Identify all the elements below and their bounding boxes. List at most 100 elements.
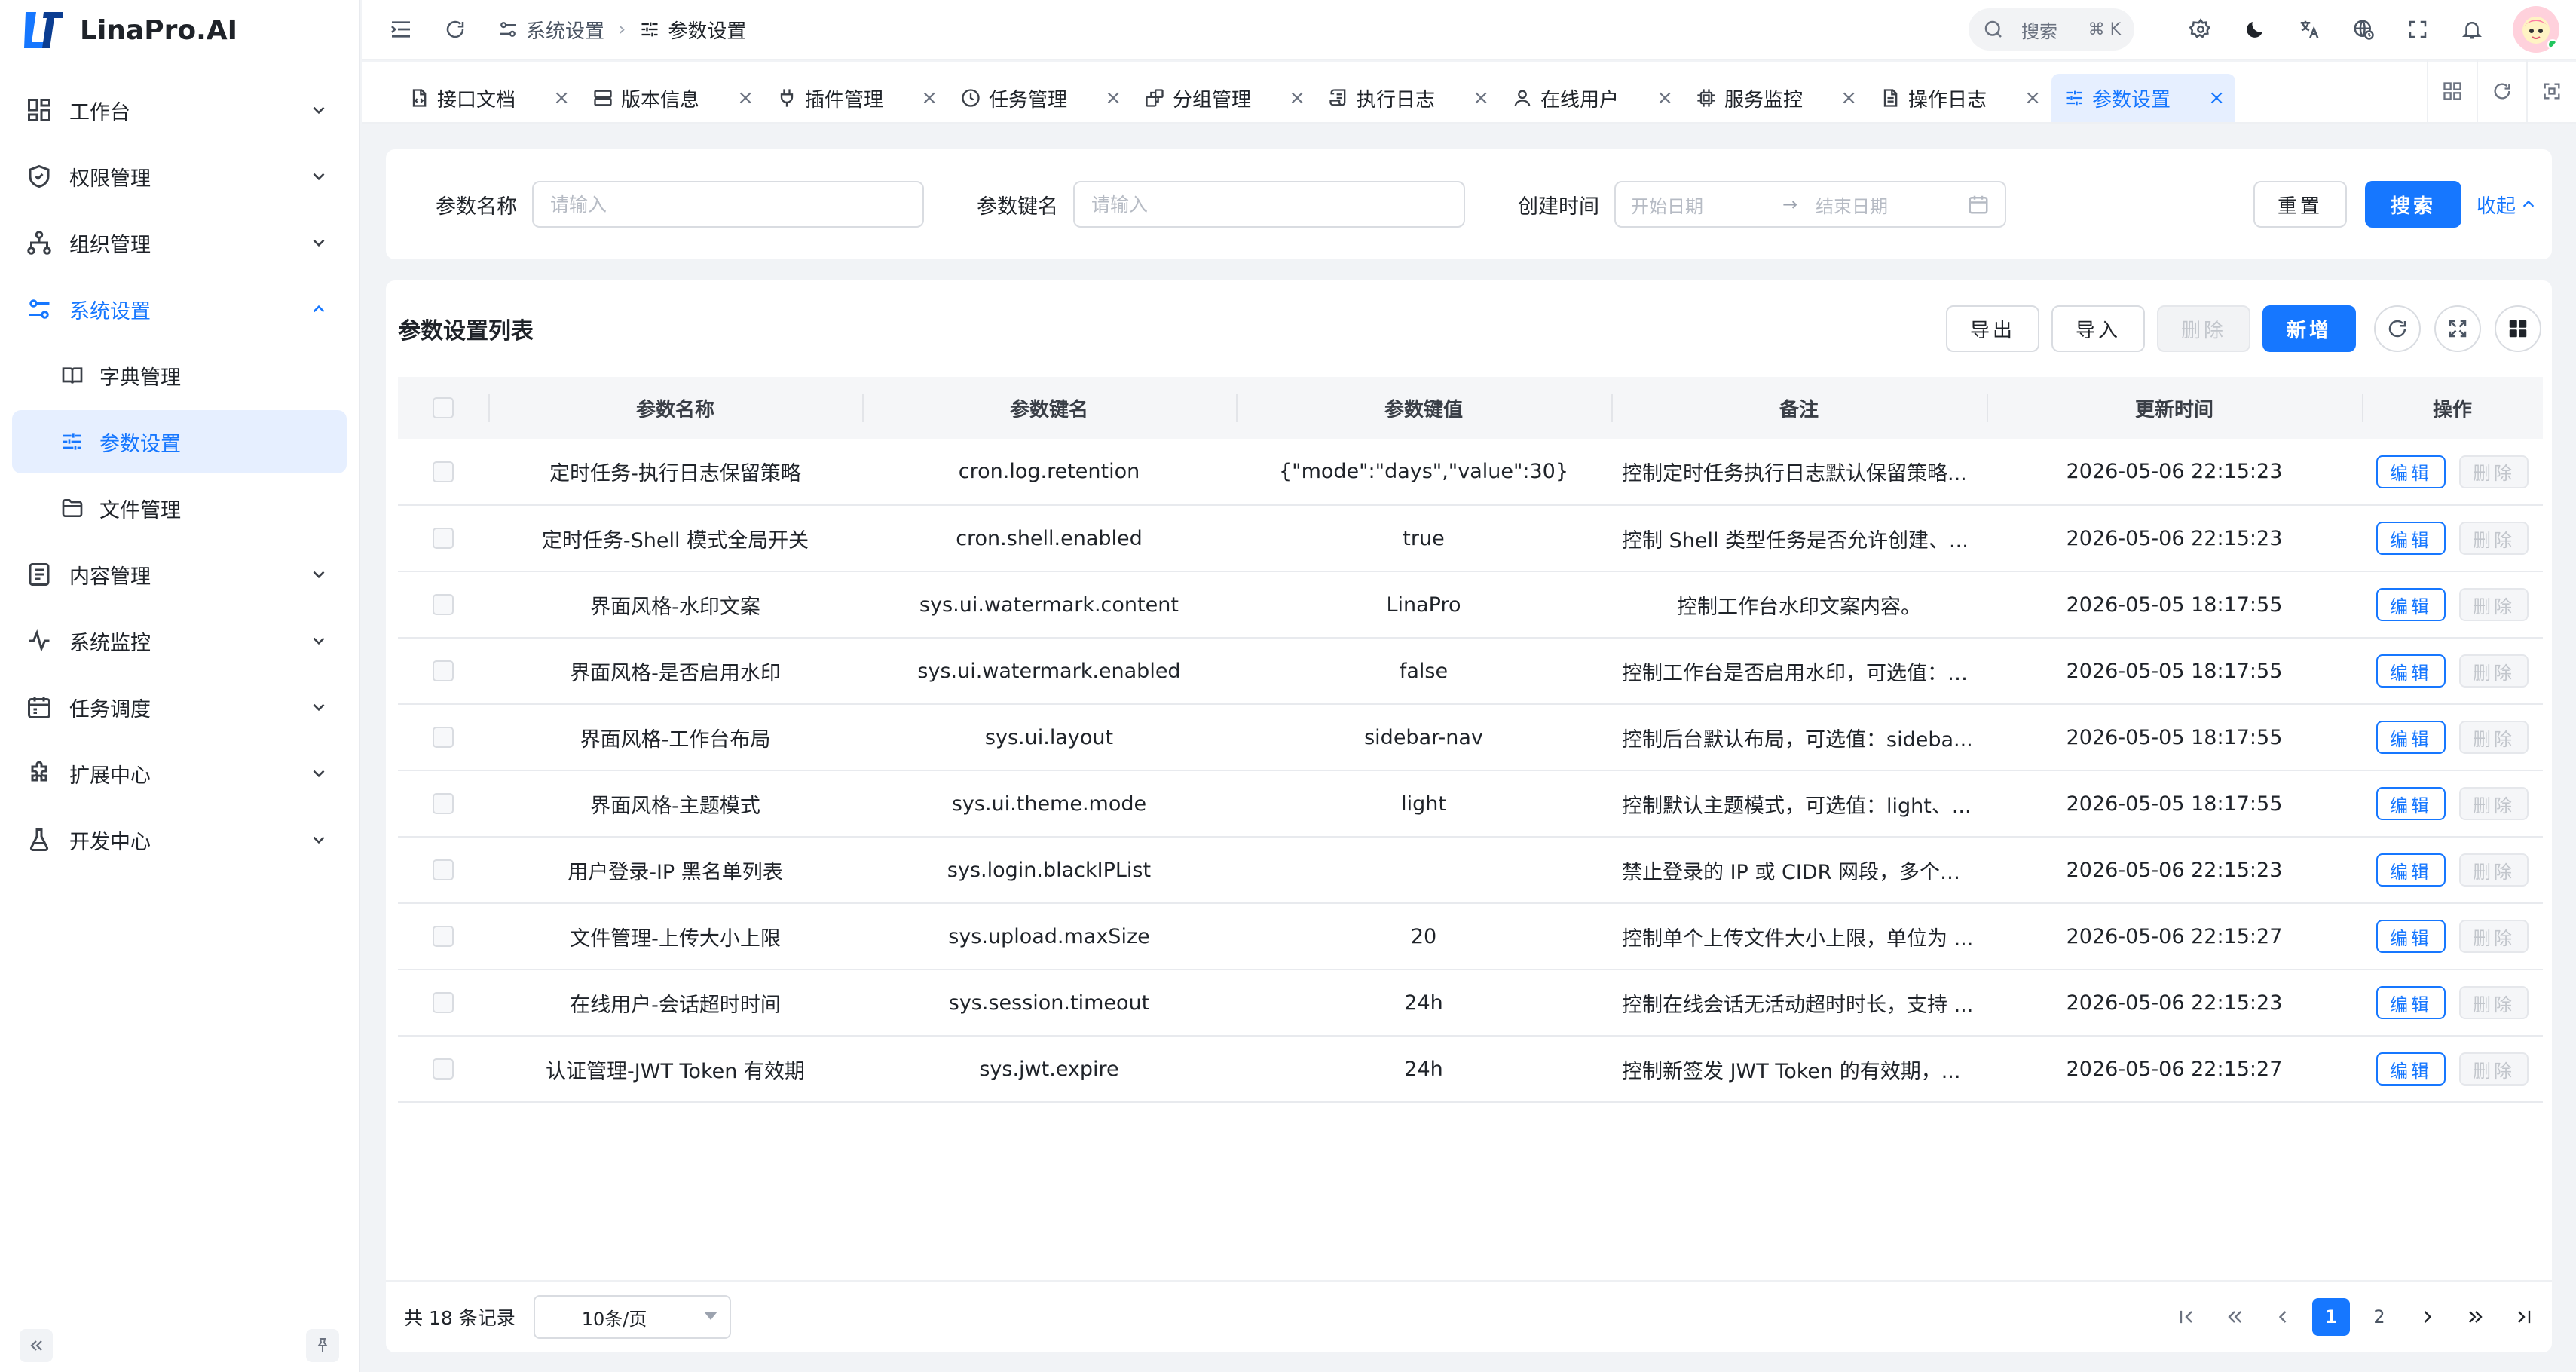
row-checkbox[interactable] <box>433 926 454 947</box>
menu-toggle-button[interactable] <box>386 14 416 44</box>
tab-2[interactable]: 插件管理 × <box>764 74 948 122</box>
theme-toggle-button[interactable] <box>2240 14 2270 44</box>
next-page-button[interactable] <box>2409 1298 2446 1336</box>
tab-maximize-button[interactable] <box>2526 60 2576 122</box>
delete-button[interactable]: 删除 <box>2459 787 2529 820</box>
row-checkbox[interactable] <box>433 793 454 814</box>
sidebar-subitem-3-0[interactable]: 字典管理 <box>12 344 347 407</box>
delete-button[interactable]: 删除 <box>2459 455 2529 488</box>
sidebar-item-2[interactable]: 组织管理 <box>12 211 347 274</box>
edit-button[interactable]: 编辑 <box>2376 1052 2446 1086</box>
preferences-button[interactable] <box>2186 14 2216 44</box>
edit-button[interactable]: 编辑 <box>2376 920 2446 953</box>
batch-delete-button[interactable]: 删除 <box>2157 305 2250 352</box>
param-key-input[interactable] <box>1073 181 1465 228</box>
close-icon[interactable]: × <box>1657 87 1673 109</box>
pin-sidebar-button[interactable] <box>306 1329 339 1362</box>
next-5-button[interactable] <box>2457 1298 2495 1336</box>
sidebar-item-1[interactable]: 权限管理 <box>12 145 347 208</box>
sidebar-item-7[interactable]: 扩展中心 <box>12 742 347 805</box>
last-page-button[interactable] <box>2505 1298 2543 1336</box>
delete-button[interactable]: 删除 <box>2459 522 2529 555</box>
tab-7[interactable]: 服务监控 × <box>1684 74 1868 122</box>
close-icon[interactable]: × <box>1289 87 1305 109</box>
select-all-checkbox[interactable] <box>433 397 454 418</box>
tab-4[interactable]: 分组管理 × <box>1132 74 1316 122</box>
delete-button[interactable]: 删除 <box>2459 654 2529 688</box>
row-checkbox[interactable] <box>433 461 454 482</box>
notifications-button[interactable] <box>2457 14 2487 44</box>
row-checkbox[interactable] <box>433 594 454 615</box>
tab-8[interactable]: 操作日志 × <box>1868 74 2051 122</box>
sidebar-item-8[interactable]: 开发中心 <box>12 808 347 871</box>
prev-5-button[interactable] <box>2216 1298 2253 1336</box>
first-page-button[interactable] <box>2168 1298 2205 1336</box>
close-icon[interactable]: × <box>2024 87 2041 109</box>
edit-button[interactable]: 编辑 <box>2376 787 2446 820</box>
edit-button[interactable]: 编辑 <box>2376 721 2446 754</box>
delete-button[interactable]: 删除 <box>2459 1052 2529 1086</box>
prev-page-button[interactable] <box>2264 1298 2302 1336</box>
breadcrumb-item-system-settings[interactable]: 系统设置 <box>497 16 604 44</box>
edit-button[interactable]: 编辑 <box>2376 455 2446 488</box>
delete-button[interactable]: 删除 <box>2459 721 2529 754</box>
sidebar-item-0[interactable]: 工作台 <box>12 78 347 142</box>
row-checkbox[interactable] <box>433 727 454 748</box>
close-icon[interactable]: × <box>737 87 754 109</box>
edit-button[interactable]: 编辑 <box>2376 522 2446 555</box>
page-size-select[interactable]: 10条/页 <box>533 1295 731 1339</box>
tab-refresh-button[interactable] <box>2477 60 2526 122</box>
tab-grid-button[interactable] <box>2427 60 2477 122</box>
row-checkbox[interactable] <box>433 859 454 880</box>
close-icon[interactable]: × <box>1473 87 1489 109</box>
date-range-picker[interactable]: 开始日期 → 结束日期 <box>1614 181 2006 228</box>
tab-3[interactable]: 任务管理 × <box>948 74 1132 122</box>
column-header[interactable]: 参数键名 <box>862 377 1236 439</box>
sidebar-subitem-3-2[interactable]: 文件管理 <box>12 476 347 540</box>
search-button[interactable]: 搜索 <box>2364 181 2461 228</box>
close-icon[interactable]: × <box>1840 87 1857 109</box>
global-search[interactable]: 搜索 ⌘ K <box>1969 8 2134 51</box>
page-2-button[interactable]: 2 <box>2360 1298 2398 1336</box>
row-checkbox[interactable] <box>433 992 454 1013</box>
fullscreen-button[interactable] <box>2403 14 2433 44</box>
edit-button[interactable]: 编辑 <box>2376 588 2446 621</box>
timezone-button[interactable] <box>2348 14 2379 44</box>
brand[interactable]: LinaPro.AI <box>0 0 359 60</box>
collapse-sidebar-button[interactable] <box>20 1329 53 1362</box>
column-header[interactable]: 参数键值 <box>1236 377 1611 439</box>
edit-button[interactable]: 编辑 <box>2376 986 2446 1019</box>
refresh-page-button[interactable] <box>440 14 470 44</box>
row-checkbox[interactable] <box>433 660 454 681</box>
user-avatar[interactable] <box>2513 6 2559 53</box>
close-icon[interactable]: × <box>2208 87 2225 109</box>
sidebar-item-4[interactable]: 内容管理 <box>12 543 347 606</box>
import-button[interactable]: 导入 <box>2051 305 2145 352</box>
language-button[interactable] <box>2294 14 2324 44</box>
tab-6[interactable]: 在线用户 × <box>1500 74 1684 122</box>
delete-button[interactable]: 删除 <box>2459 986 2529 1019</box>
delete-button[interactable]: 删除 <box>2459 853 2529 887</box>
table-refresh-button[interactable] <box>2374 305 2421 352</box>
reset-button[interactable]: 重置 <box>2253 181 2347 228</box>
sidebar-item-6[interactable]: 任务调度 <box>12 675 347 739</box>
sidebar-item-5[interactable]: 系统监控 <box>12 609 347 672</box>
sidebar-subitem-3-1[interactable]: 参数设置 <box>12 410 347 473</box>
close-icon[interactable]: × <box>1105 87 1121 109</box>
delete-button[interactable]: 删除 <box>2459 588 2529 621</box>
param-name-input[interactable] <box>532 181 924 228</box>
column-header[interactable]: 更新时间 <box>1987 377 2362 439</box>
tab-9[interactable]: 参数设置 × <box>2051 74 2235 122</box>
delete-button[interactable]: 删除 <box>2459 920 2529 953</box>
sidebar-item-3[interactable]: 系统设置 <box>12 277 347 341</box>
column-header[interactable]: 备注 <box>1611 377 1987 439</box>
column-header[interactable]: 参数名称 <box>488 377 862 439</box>
tab-1[interactable]: 版本信息 × <box>580 74 764 122</box>
close-icon[interactable]: × <box>553 87 570 109</box>
page-1-button[interactable]: 1 <box>2312 1298 2350 1336</box>
close-icon[interactable]: × <box>921 87 938 109</box>
tab-0[interactable]: 接口文档 × <box>396 74 580 122</box>
edit-button[interactable]: 编辑 <box>2376 654 2446 688</box>
row-checkbox[interactable] <box>433 528 454 549</box>
add-button[interactable]: 新增 <box>2262 305 2356 352</box>
